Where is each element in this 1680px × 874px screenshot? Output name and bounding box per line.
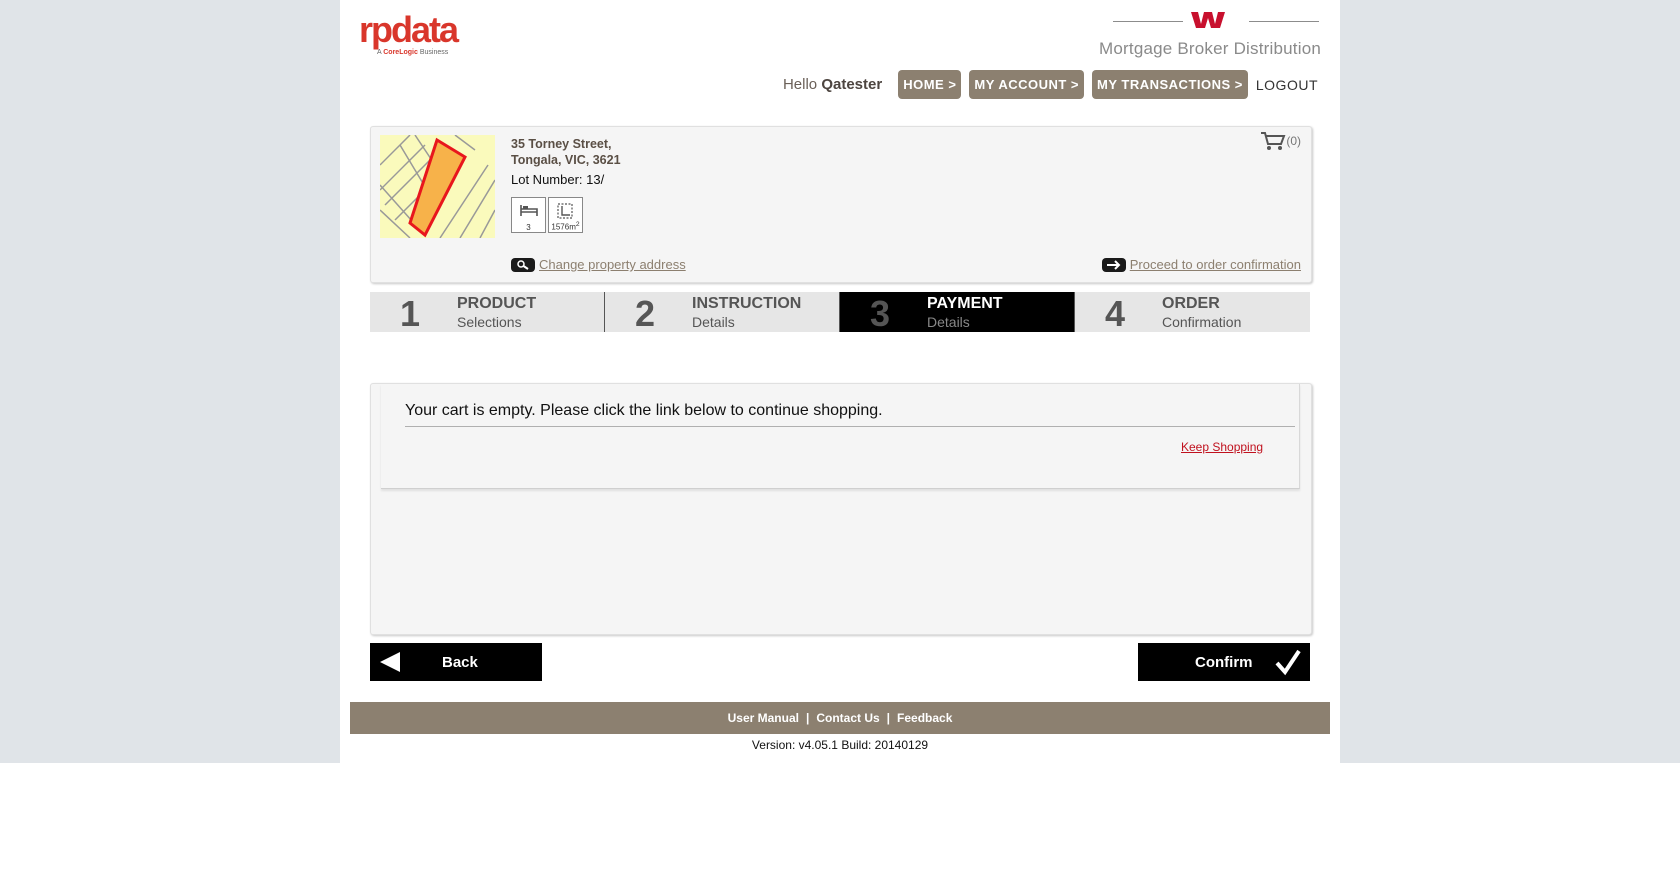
land-area-icon bbox=[557, 203, 573, 219]
step-title: PRODUCT bbox=[457, 295, 537, 312]
brand-line-right bbox=[1249, 21, 1319, 22]
property-address: 35 Torney Street, Tongala, VIC, 3621 bbox=[511, 136, 621, 168]
land-area-unit: 2 bbox=[575, 221, 580, 229]
step-number: 1 bbox=[400, 293, 421, 334]
logo-text: rpdata bbox=[359, 9, 459, 50]
footer-separator: | bbox=[805, 711, 810, 725]
cart-panel: Your cart is empty. Please click the lin… bbox=[370, 383, 1312, 635]
rpdata-logo[interactable]: rpdata A CoreLogic Business bbox=[359, 9, 459, 57]
step-instruction[interactable]: 2 INSTRUCTION Details bbox=[605, 292, 840, 334]
land-area-value: 1576m2 bbox=[549, 221, 582, 232]
proceed-row: Proceed to order confirmation bbox=[1101, 257, 1301, 272]
step-payment[interactable]: 3 PAYMENT Details bbox=[840, 292, 1075, 334]
logo-sub-suffix: Business bbox=[419, 49, 449, 56]
greeting: Hello Qatester bbox=[783, 76, 882, 93]
divider bbox=[405, 426, 1295, 427]
step-subtitle: Confirmation bbox=[1162, 314, 1242, 330]
cart-indicator[interactable]: (0) bbox=[1260, 131, 1301, 151]
user-manual-link[interactable]: User Manual bbox=[728, 711, 799, 725]
cart-icon bbox=[1261, 132, 1286, 150]
confirm-button-label: Confirm bbox=[1195, 654, 1253, 671]
my-account-button[interactable]: MY ACCOUNT > bbox=[969, 70, 1085, 99]
step-title: ORDER bbox=[1162, 295, 1220, 312]
confirm-button[interactable]: Confirm bbox=[1138, 643, 1310, 681]
land-area-number: 1576m bbox=[551, 223, 576, 232]
logout-link[interactable]: LOGOUT bbox=[1256, 77, 1318, 93]
step-subtitle: Selections bbox=[457, 314, 522, 330]
home-button[interactable]: HOME > bbox=[898, 70, 962, 99]
logo-sub-prefix: A bbox=[377, 49, 382, 56]
step-number: 3 bbox=[870, 293, 891, 334]
address-line-1: 35 Torney Street, bbox=[511, 137, 612, 151]
feedback-link[interactable]: Feedback bbox=[897, 711, 952, 725]
westpac-w-icon bbox=[1191, 12, 1225, 28]
back-button-label: Back bbox=[442, 654, 478, 671]
contact-us-link[interactable]: Contact Us bbox=[816, 711, 879, 725]
change-address-row: Change property address bbox=[511, 257, 686, 272]
brand-text: Mortgage Broker Distribution bbox=[1099, 39, 1321, 58]
checkmark-icon bbox=[1275, 649, 1301, 676]
my-transactions-button[interactable]: MY TRANSACTIONS > bbox=[1092, 70, 1248, 99]
step-number: 4 bbox=[1105, 293, 1126, 334]
empty-cart-message: Your cart is empty. Please click the lin… bbox=[405, 402, 883, 419]
cart-count: (0) bbox=[1286, 134, 1301, 148]
brand-logo: Mortgage Broker Distribution bbox=[1099, 12, 1321, 62]
brand-line-left bbox=[1113, 21, 1183, 22]
bed-icon bbox=[520, 205, 538, 216]
step-number: 2 bbox=[635, 293, 656, 334]
footer-bar: User Manual | Contact Us | Feedback bbox=[350, 702, 1330, 734]
arrow-right-icon bbox=[1101, 257, 1126, 272]
footer-separator: | bbox=[886, 711, 891, 725]
lot-number: Lot Number: 13/ bbox=[511, 172, 605, 187]
search-icon bbox=[511, 257, 535, 272]
logo-sub-brand: CoreLogic bbox=[383, 49, 418, 56]
land-area-attribute: 1576m2 bbox=[548, 197, 583, 233]
change-property-address-link[interactable]: Change property address bbox=[539, 257, 686, 272]
username: Qatester bbox=[821, 76, 883, 93]
property-panel: 35 Torney Street, Tongala, VIC, 3621 Lot… bbox=[370, 126, 1312, 283]
logo-subtitle: A CoreLogic Business bbox=[377, 48, 457, 57]
step-subtitle: Details bbox=[692, 314, 735, 330]
step-title: PAYMENT bbox=[927, 295, 1003, 312]
bedrooms-attribute: 3 bbox=[511, 197, 546, 233]
top-nav: Hello Qatester HOME > MY ACCOUNT > MY TR… bbox=[783, 70, 1318, 99]
back-button[interactable]: Back bbox=[370, 643, 542, 681]
step-title: INSTRUCTION bbox=[692, 295, 802, 312]
cart-message-box: Your cart is empty. Please click the lin… bbox=[381, 384, 1300, 489]
step-order[interactable]: 4 ORDER Confirmation bbox=[1075, 292, 1310, 334]
keep-shopping-link[interactable]: Keep Shopping bbox=[1181, 440, 1263, 454]
bedrooms-value: 3 bbox=[526, 223, 531, 232]
checkout-steps: 1 PRODUCT Selections 2 INSTRUCTION Detai… bbox=[370, 292, 1310, 334]
property-map-thumbnail[interactable] bbox=[380, 135, 495, 238]
address-line-2: Tongala, VIC, 3621 bbox=[511, 153, 621, 167]
back-arrow-icon bbox=[380, 652, 400, 672]
page-container: rpdata A CoreLogic Business Mortgage Bro… bbox=[340, 0, 1340, 763]
step-subtitle: Details bbox=[927, 314, 970, 330]
step-product[interactable]: 1 PRODUCT Selections bbox=[370, 292, 605, 334]
greeting-label: Hello bbox=[782, 76, 818, 93]
version-text: Version: v4.05.1 Build: 20140129 bbox=[751, 738, 929, 752]
proceed-to-order-confirmation-link[interactable]: Proceed to order confirmation bbox=[1130, 257, 1301, 272]
